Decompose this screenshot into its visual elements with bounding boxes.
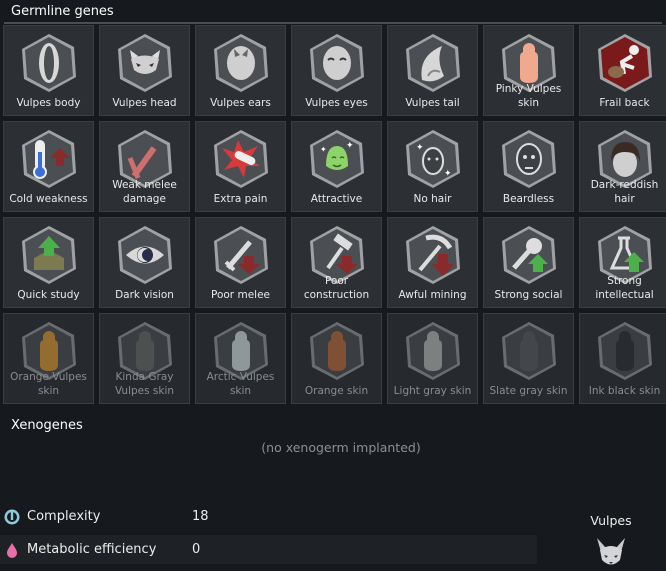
quick-study-icon [18, 224, 80, 286]
no-hair-icon: ✦ ✦ [402, 128, 464, 190]
xenogenes-empty-text: (no xenogerm implanted) [261, 440, 421, 455]
gene-card[interactable]: ✦ ✦ No hair [387, 121, 478, 212]
metabolic-efficiency-label: Metabolic efficiency [27, 542, 157, 557]
gene-card[interactable]: Dark-reddish hair [579, 121, 666, 212]
gene-card[interactable]: Dark vision [99, 217, 190, 308]
svg-text:✦: ✦ [346, 141, 354, 151]
gene-label: Vulpes body [16, 97, 81, 109]
gene-card[interactable]: Vulpes head [99, 25, 190, 116]
complexity-label: Complexity [27, 509, 101, 524]
gene-card[interactable]: Strong social [483, 217, 574, 308]
beardless-icon [498, 128, 560, 190]
gene-label: Weak melee damage [112, 179, 177, 205]
gene-card[interactable]: Ink black skin [579, 313, 666, 404]
attractive-icon: ✦ ✦ [306, 128, 368, 190]
gene-label: Poor construction [303, 275, 370, 301]
gene-label: Orange skin [304, 385, 369, 397]
gene-label: Vulpes ears [210, 97, 271, 109]
gene-label: Light gray skin [393, 385, 472, 397]
svg-text:✦: ✦ [320, 145, 327, 154]
gene-label: Frail back [599, 97, 650, 109]
gene-card[interactable]: Kinda Gray Vulpes skin [99, 313, 190, 404]
gene-label: Dark-reddish hair [590, 179, 659, 205]
gene-card[interactable]: Vulpes ears [195, 25, 286, 116]
gene-card[interactable]: Extra pain [195, 121, 286, 212]
gene-card[interactable]: Cold weakness [3, 121, 94, 212]
fox-head-icon [114, 32, 176, 94]
gene-label: Vulpes tail [405, 97, 460, 109]
skin-orange-dark-icon [306, 320, 368, 382]
xenotype-name: Vulpes [590, 513, 632, 528]
gene-label: No hair [413, 193, 452, 205]
gene-label: Kinda Gray Vulpes skin [114, 371, 175, 397]
svg-text:✦: ✦ [416, 143, 424, 153]
gene-label: Vulpes eyes [305, 97, 368, 109]
pickaxe-icon [402, 224, 464, 286]
gene-card[interactable]: Frail back [579, 25, 666, 116]
metabolic-efficiency-value: 0 [192, 542, 201, 557]
eye-icon [114, 224, 176, 286]
gene-card[interactable]: Light gray skin [387, 313, 478, 404]
gene-card[interactable]: Vulpes eyes [291, 25, 382, 116]
thermometer-icon [18, 128, 80, 190]
complexity-value: 18 [192, 509, 209, 524]
gene-label: Slate gray skin [489, 385, 568, 397]
gene-label: Ink black skin [588, 385, 661, 397]
gene-label: Extra pain [213, 193, 268, 205]
skin-black-icon [594, 320, 656, 382]
gene-card[interactable]: ✦ ✦ Attractive [291, 121, 382, 212]
gene-label: Arctic Vulpes skin [206, 371, 275, 397]
skin-slate-icon [498, 320, 560, 382]
svg-text:✦: ✦ [444, 169, 452, 179]
xenogenes-title: Xenogenes [11, 418, 83, 433]
complexity-icon [4, 509, 20, 524]
gene-label: Awful mining [398, 289, 467, 301]
skin-lightgray-icon [402, 320, 464, 382]
gene-label: Poor melee [211, 289, 270, 301]
ears-icon [210, 32, 272, 94]
gene-label: Strong intellectual [595, 275, 654, 301]
gene-card[interactable]: Quick study [3, 217, 94, 308]
gene-card[interactable]: Arctic Vulpes skin [195, 313, 286, 404]
xenotype-fox-head-icon[interactable] [594, 536, 628, 570]
gene-card[interactable]: Awful mining [387, 217, 478, 308]
gene-card[interactable]: Poor construction [291, 217, 382, 308]
microphone-icon [498, 224, 560, 286]
pain-icon [210, 128, 272, 190]
gene-grid: Vulpes body Vulpes head Vulpes ears Vulpes … [3, 25, 666, 404]
body-icon [18, 32, 80, 94]
gene-card[interactable]: Strong intellectual [579, 217, 666, 308]
gene-card[interactable]: Weak melee damage [99, 121, 190, 212]
gene-label: Orange Vulpes skin [10, 371, 87, 397]
gene-label: Pinky Vulpes skin [495, 83, 562, 109]
stat-row-complexity[interactable]: Complexity 18 [0, 502, 537, 531]
germline-genes-title: Germline genes [11, 4, 114, 19]
tail-icon [402, 32, 464, 94]
metabolism-icon [7, 542, 17, 558]
gene-label: Cold weakness [9, 193, 88, 205]
gene-card[interactable]: Slate gray skin [483, 313, 574, 404]
sword-icon [210, 224, 272, 286]
gene-label: Quick study [17, 289, 80, 301]
gene-label: Dark vision [115, 289, 174, 301]
eyes-icon [306, 32, 368, 94]
stat-row-metabolic-efficiency[interactable]: Metabolic efficiency 0 [0, 535, 537, 564]
gene-card[interactable]: Beardless [483, 121, 574, 212]
gene-card[interactable]: Pinky Vulpes skin [483, 25, 574, 116]
frail-back-icon [594, 32, 656, 94]
gene-card[interactable]: Vulpes body [3, 25, 94, 116]
gene-label: Attractive [310, 193, 363, 205]
header-divider [4, 22, 662, 24]
gene-card[interactable]: Poor melee [195, 217, 286, 308]
gene-label: Strong social [494, 289, 563, 301]
gene-card[interactable]: Vulpes tail [387, 25, 478, 116]
gene-label: Beardless [502, 193, 555, 205]
gene-card[interactable]: Orange skin [291, 313, 382, 404]
gene-label: Vulpes head [112, 97, 177, 109]
gene-card[interactable]: Orange Vulpes skin [3, 313, 94, 404]
